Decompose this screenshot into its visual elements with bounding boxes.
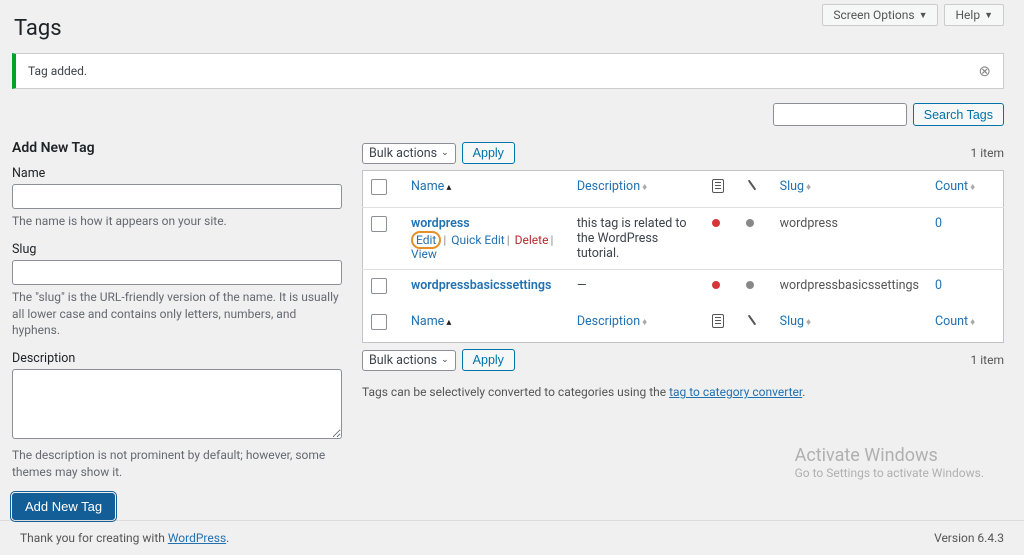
close-icon[interactable]: ⊗: [978, 62, 991, 80]
chevron-down-icon: ⌄: [441, 148, 449, 158]
notice-success: Tag added. ⊗: [12, 53, 1004, 89]
tag-name-link[interactable]: wordpress: [411, 216, 470, 231]
slug-input[interactable]: [12, 260, 342, 285]
select-all-checkbox-bottom[interactable]: [371, 314, 387, 330]
converter-note: Tags can be selectively converted to cat…: [362, 385, 1004, 399]
name-label: Name: [12, 166, 342, 181]
view-action[interactable]: View: [411, 247, 437, 261]
chevron-down-icon: ▼: [984, 10, 993, 21]
slug-cell: wordpress: [772, 208, 927, 270]
col-count[interactable]: Count♦: [927, 171, 1004, 208]
col-description[interactable]: Description♦: [569, 171, 704, 208]
add-new-tag-button[interactable]: Add New Tag: [12, 493, 115, 520]
col-seo-icon[interactable]: [704, 171, 738, 208]
select-all-checkbox-top[interactable]: [371, 179, 387, 195]
row-checkbox[interactable]: [371, 278, 387, 294]
wordpress-link[interactable]: WordPress: [168, 531, 226, 545]
notice-text: Tag added.: [28, 64, 87, 78]
sort-icon: ▴: [446, 182, 451, 193]
sort-icon: ♦: [806, 182, 811, 193]
help-button[interactable]: Help ▼: [944, 4, 1004, 26]
sort-icon: ♦: [806, 317, 811, 328]
count-cell[interactable]: 0: [927, 208, 1004, 270]
chevron-down-icon: ▼: [919, 10, 928, 21]
help-label: Help: [955, 8, 980, 22]
readability-icon: [712, 179, 724, 193]
status-dot-icon: [746, 219, 754, 227]
col-name[interactable]: Name▴: [403, 171, 569, 208]
sort-icon: ▴: [446, 317, 451, 328]
col-slug-foot[interactable]: Slug♦: [772, 306, 927, 343]
apply-button-bottom[interactable]: Apply: [462, 349, 515, 371]
col-slug[interactable]: Slug♦: [772, 171, 927, 208]
windows-watermark: Activate Windows Go to Settings to activ…: [795, 445, 984, 480]
screen-options-label: Screen Options: [833, 8, 914, 22]
slug-help: The "slug" is the URL-friendly version o…: [12, 289, 342, 339]
slug-label: Slug: [12, 242, 342, 257]
tag-name-link[interactable]: wordpressbasicssettings: [411, 278, 551, 293]
item-count-bottom: 1 item: [971, 353, 1004, 367]
chevron-down-icon: ⌄: [441, 355, 449, 365]
row-actions: Edit| Quick Edit| Delete| View: [411, 233, 561, 261]
add-new-tag-heading: Add New Tag: [12, 140, 342, 156]
readability-icon: [712, 314, 724, 328]
tag-to-category-link[interactable]: tag to category converter: [669, 385, 802, 399]
description-cell: this tag is related to the WordPress tut…: [569, 208, 704, 270]
description-label: Description: [12, 351, 342, 366]
search-tags-button[interactable]: Search Tags: [913, 103, 1004, 126]
slug-cell: wordpressbasicssettings: [772, 270, 927, 307]
count-cell[interactable]: 0: [927, 270, 1004, 307]
description-cell: —: [569, 270, 704, 307]
feather-icon: [743, 312, 760, 329]
quick-edit-action[interactable]: Quick Edit: [451, 233, 504, 247]
table-row: wordpressbasicssettings — wordpressbasic…: [363, 270, 1004, 307]
sort-icon: ♦: [642, 317, 647, 328]
feather-icon: [743, 177, 760, 194]
status-dot-icon: [746, 281, 754, 289]
screen-options-button[interactable]: Screen Options ▼: [822, 4, 938, 26]
footer: Thank you for creating with WordPress. V…: [0, 520, 1024, 555]
sort-icon: ♦: [642, 182, 647, 193]
col-description-foot[interactable]: Description♦: [569, 306, 704, 343]
bulk-actions-select-top[interactable]: Bulk actions⌄: [362, 143, 456, 164]
description-help: The description is not prominent by defa…: [12, 447, 342, 481]
name-help: The name is how it appears on your site.: [12, 213, 342, 230]
description-input[interactable]: [12, 369, 342, 439]
status-dot-icon: [712, 219, 720, 227]
name-input[interactable]: [12, 184, 342, 209]
col-name-foot[interactable]: Name▴: [403, 306, 569, 343]
sort-icon: ♦: [970, 182, 975, 193]
col-feather-icon[interactable]: [738, 171, 772, 208]
tags-table: Name▴ Description♦ Slug♦ Count♦ wordpres…: [362, 170, 1004, 343]
row-checkbox[interactable]: [371, 216, 387, 232]
delete-action[interactable]: Delete: [515, 233, 549, 247]
bulk-actions-select-bottom[interactable]: Bulk actions⌄: [362, 350, 456, 371]
version-text: Version 6.4.3: [934, 531, 1004, 545]
table-row: wordpress Edit| Quick Edit| Delete| View…: [363, 208, 1004, 270]
item-count-top: 1 item: [971, 146, 1004, 160]
search-input[interactable]: [773, 103, 907, 126]
sort-icon: ♦: [970, 317, 975, 328]
col-count-foot[interactable]: Count♦: [927, 306, 1004, 343]
apply-button-top[interactable]: Apply: [462, 142, 515, 164]
status-dot-icon: [712, 281, 720, 289]
